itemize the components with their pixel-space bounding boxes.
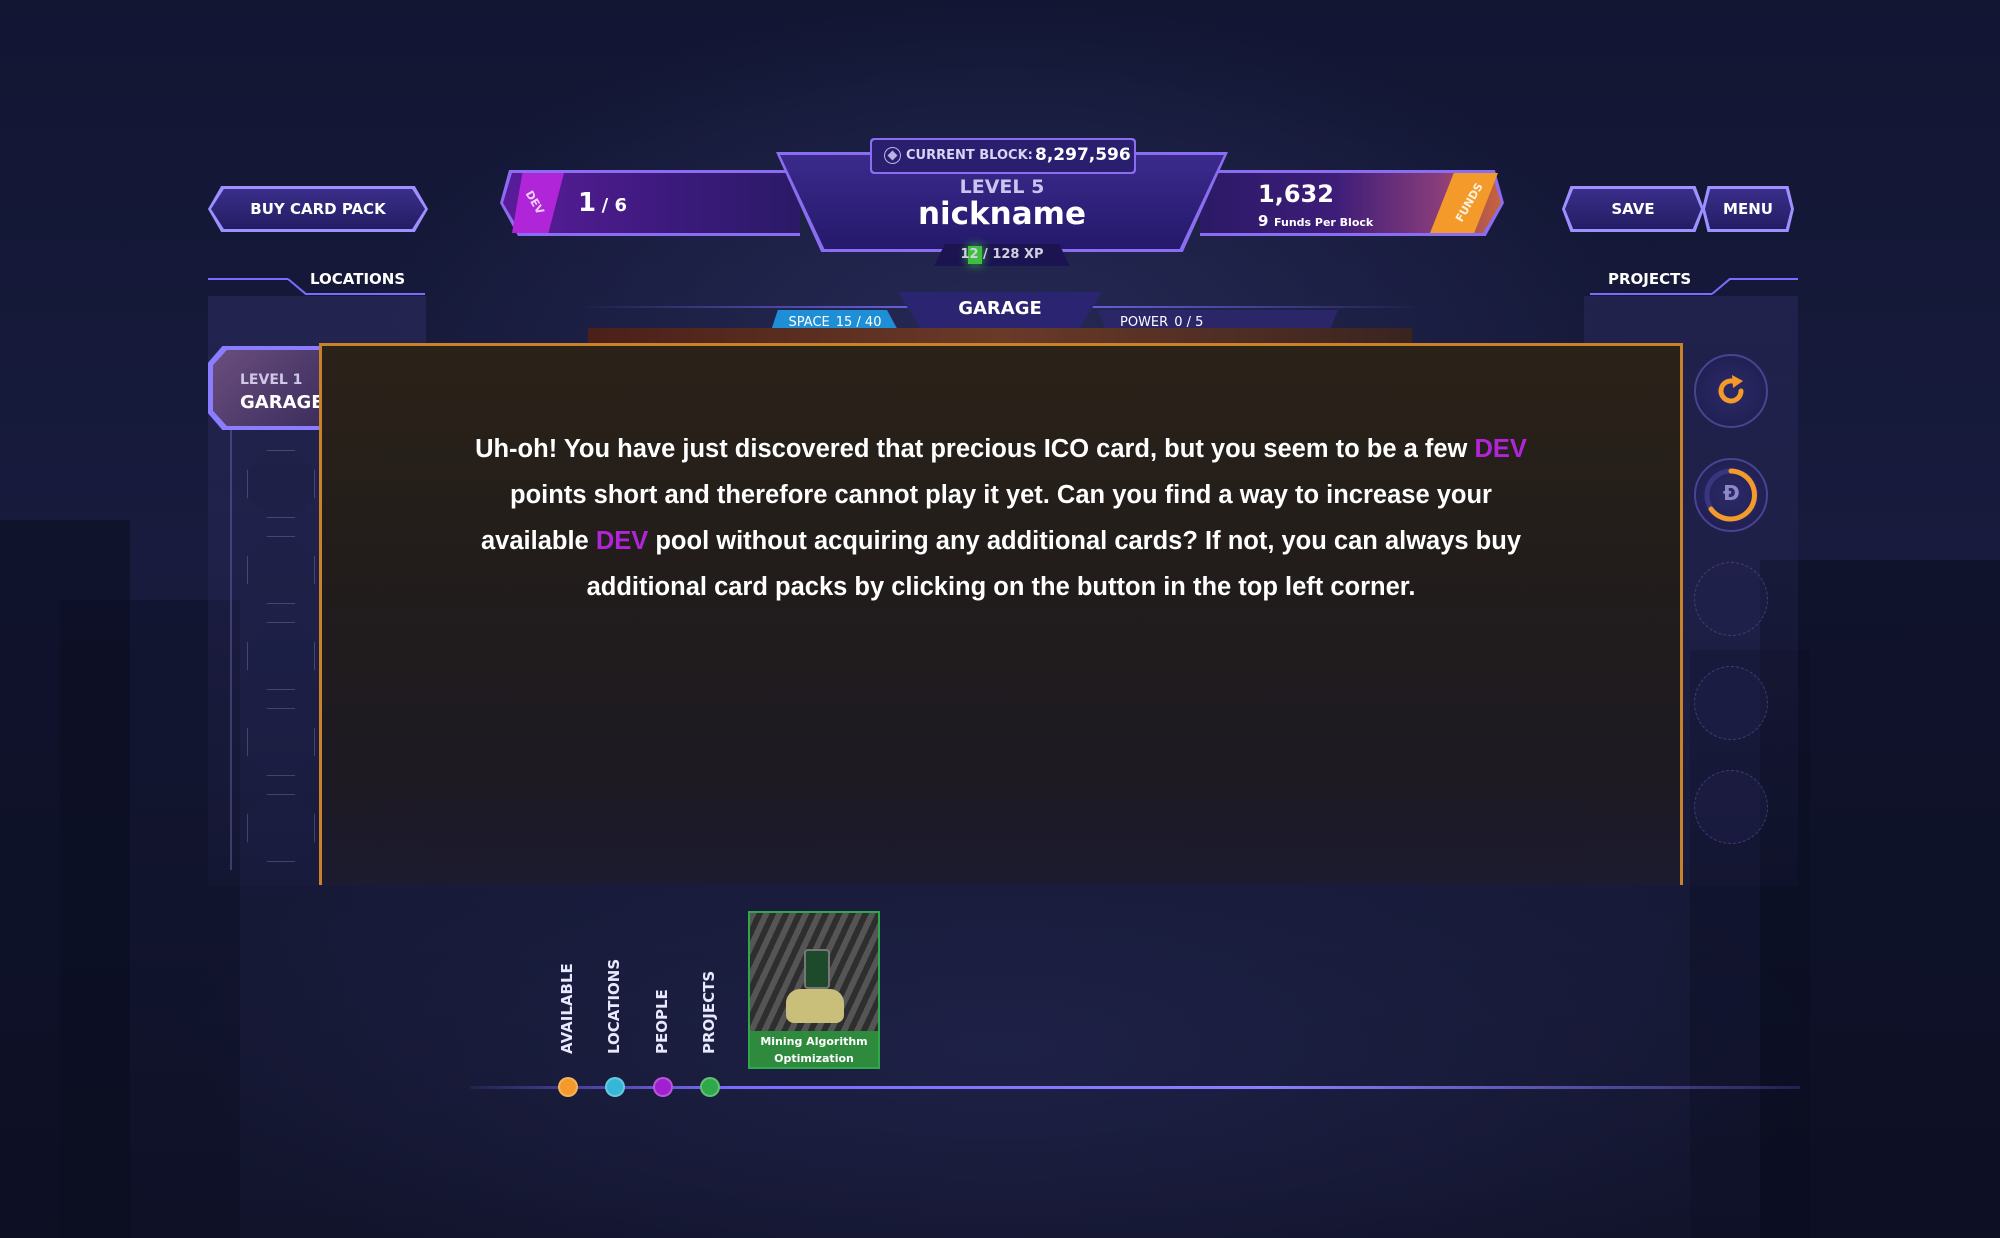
tutorial-text: Uh-oh! You have just discovered that pre… xyxy=(470,426,1532,610)
dev-max: / 6 xyxy=(601,195,628,216)
menu-button[interactable]: MENU xyxy=(1705,189,1791,229)
card-mining-algorithm-optimization[interactable]: Mining Algorithm Optimization xyxy=(748,911,880,1069)
location-slot[interactable] xyxy=(247,794,315,862)
card-title: Mining Algorithm Optimization xyxy=(750,1031,878,1067)
dev-points: 1 / 6 xyxy=(578,188,627,218)
tab-projects[interactable]: PROJECTS xyxy=(700,971,718,1054)
svg-text:Ð: Ð xyxy=(1723,481,1740,505)
location-slot[interactable] xyxy=(247,622,315,690)
tab-locations-dot[interactable] xyxy=(605,1077,625,1097)
funds-per-block: 9 Funds Per Block xyxy=(1258,211,1373,230)
location-slot[interactable] xyxy=(247,708,315,776)
project-slot[interactable] xyxy=(1694,562,1768,636)
projects-panel-title: PROJECTS xyxy=(1608,270,1692,288)
xp-text: 12 / 128 XP xyxy=(960,247,1044,262)
tab-available[interactable]: AVAILABLE xyxy=(558,963,576,1054)
location-item-level: LEVEL 1 xyxy=(240,372,303,388)
project-slot[interactable] xyxy=(1694,770,1768,844)
funds-per-block-value: 9 xyxy=(1258,212,1269,230)
dialog-text-part: Uh-oh! You have just discovered that pre… xyxy=(475,435,1475,463)
dialog-text-part: pool without acquiring any additional ca… xyxy=(586,527,1522,601)
card-image-gpu xyxy=(804,949,830,989)
location-slot[interactable] xyxy=(247,536,315,604)
project-slot[interactable] xyxy=(1694,666,1768,740)
save-button[interactable]: SAVE xyxy=(1565,189,1701,229)
location-title: GARAGE xyxy=(958,298,1042,319)
card-image-hand xyxy=(786,989,844,1023)
locations-panel-title: LOCATIONS xyxy=(310,270,406,288)
dev-highlight: DEV xyxy=(1474,435,1527,463)
dogecoin-progress-icon: Ð xyxy=(1704,468,1758,522)
funds-value: 1,632 xyxy=(1258,180,1334,208)
dev-current: 1 xyxy=(578,188,597,218)
level-label: LEVEL 5 xyxy=(959,176,1045,198)
tab-locations[interactable]: LOCATIONS xyxy=(605,959,623,1054)
tab-people[interactable]: PEOPLE xyxy=(653,989,671,1054)
buy-card-pack-button[interactable]: BUY CARD PACK xyxy=(211,189,425,229)
tab-available-dot[interactable] xyxy=(558,1077,578,1097)
player-nickname: nickname xyxy=(917,196,1086,232)
tutorial-dialog xyxy=(319,343,1683,885)
location-slot[interactable] xyxy=(247,450,315,518)
location-item-name: GARAGE xyxy=(240,392,324,413)
current-block-value: 8,297,596 xyxy=(1035,145,1131,165)
refresh-icon xyxy=(1718,375,1744,404)
tab-people-dot[interactable] xyxy=(653,1077,673,1097)
dev-highlight: DEV xyxy=(595,527,649,555)
funds-per-block-label: Funds Per Block xyxy=(1274,216,1374,229)
location-item-garage[interactable] xyxy=(213,350,328,426)
tab-projects-dot[interactable] xyxy=(700,1077,720,1097)
current-block-label: CURRENT BLOCK: xyxy=(906,148,1033,163)
